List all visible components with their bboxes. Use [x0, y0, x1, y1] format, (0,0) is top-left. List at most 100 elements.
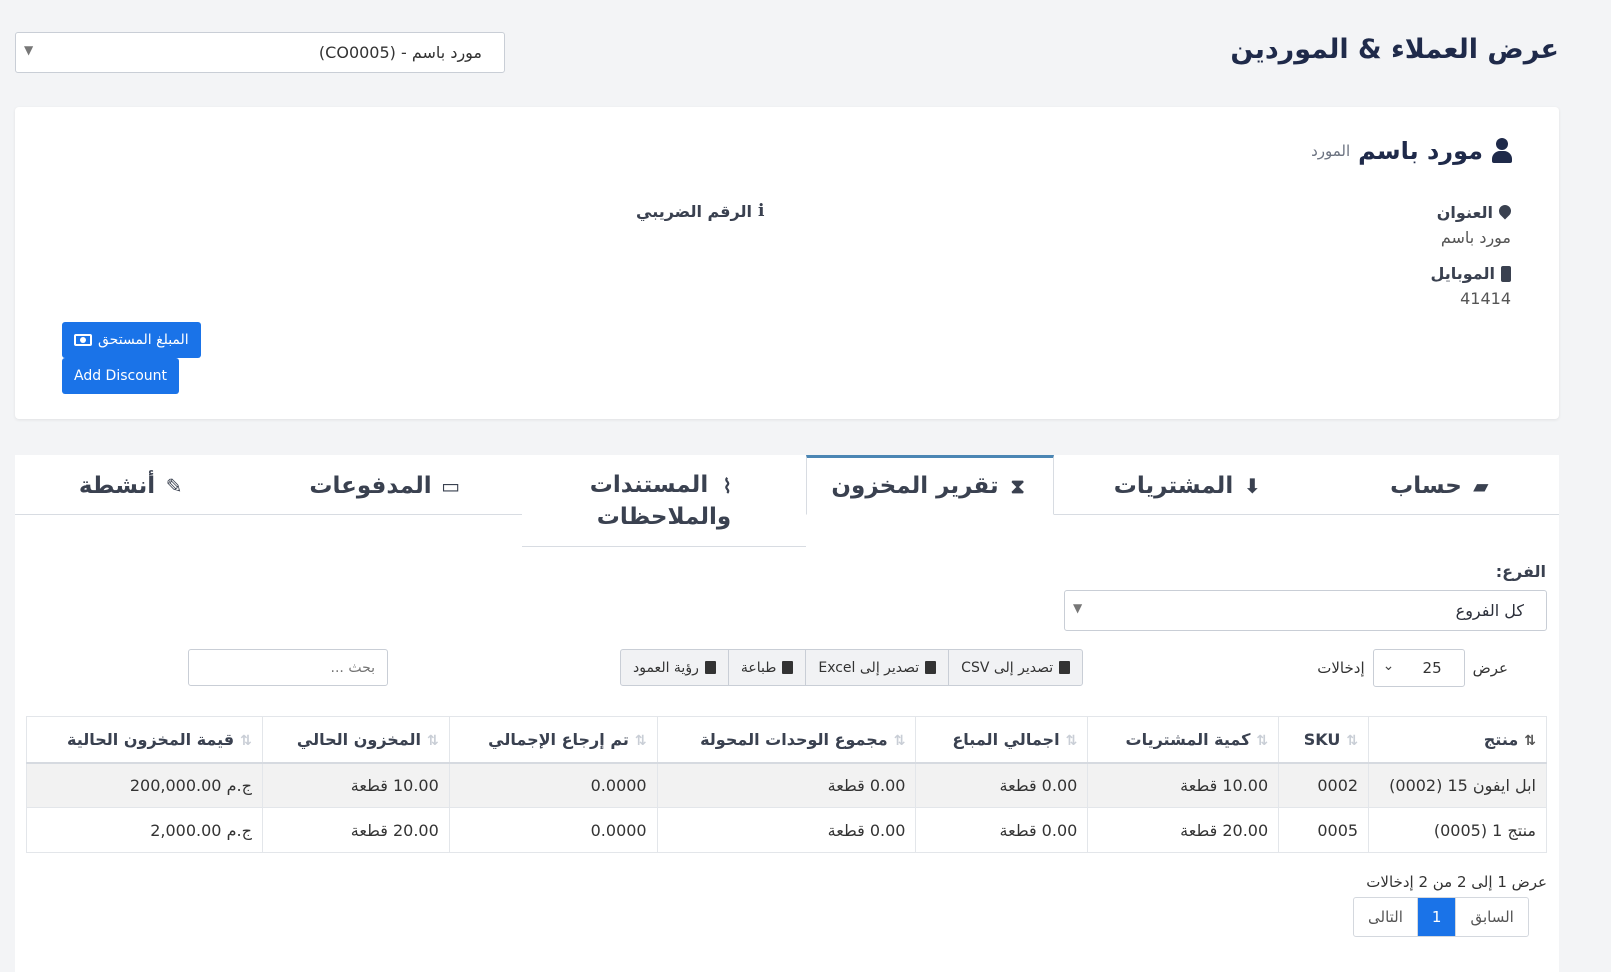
cell-total-returned: 0.0000 — [448, 807, 658, 853]
cell-sku: 0005 — [1278, 807, 1370, 853]
sort-icon: ⇅ — [1256, 732, 1269, 749]
cell-product: ابل ايفون 15 (0002) — [1368, 762, 1547, 808]
tab-ledger-label: حساب — [1390, 473, 1462, 499]
column-visibility-label: رؤية العمود — [633, 659, 699, 676]
length-suffix: إدخالات — [1317, 659, 1365, 677]
col-label: منتج — [1483, 729, 1519, 749]
cell-sku: 0002 — [1278, 762, 1370, 808]
tabs-bar: ▰ حساب ⬇ المشتريات ⧗ تقرير المخزون ⌇ الم… — [15, 455, 1559, 547]
sort-icon: ⇅ — [427, 732, 439, 749]
columns-icon — [704, 661, 716, 674]
pagination-prev[interactable]: السابق — [1455, 898, 1527, 936]
export-csv-label: تصدير إلى CSV — [961, 659, 1054, 676]
table-row: ابل ايفون 15 (0002) 0002 10.00 قطعة 0.00… — [26, 762, 1547, 808]
add-discount-label: Add Discount — [74, 368, 168, 384]
amount-due-button[interactable]: المبلغ المستحق — [62, 322, 201, 358]
col-total-returned[interactable]: ⇅ تم إرجاع الإجمالي — [448, 716, 658, 764]
hourglass-icon: ⧗ — [1010, 474, 1025, 498]
cell-current-stock: 20.00 قطعة — [261, 807, 450, 853]
tab-activities[interactable]: ✎ أنشطة — [15, 455, 249, 515]
print-label: طباعة — [740, 659, 777, 676]
cell-total-returned: 0.0000 — [448, 762, 658, 808]
file-csv-icon — [1059, 661, 1071, 674]
stock-report-table: ⇅ منتج ⇅ SKU ⇅ كمية المشتريات ⇅ اجمالي المبا… — [26, 716, 1547, 853]
tab-ledger[interactable]: ▰ حساب — [1323, 455, 1559, 515]
print-icon — [782, 661, 794, 674]
tab-documents-label-1: المستندات — [589, 472, 709, 499]
sort-icon: ⇅ — [634, 732, 647, 749]
contact-type: المورد — [1311, 142, 1351, 160]
sort-icon: ⇅ — [240, 732, 252, 749]
contact-name: مورد باسم — [1358, 137, 1483, 165]
file-excel-icon — [925, 661, 937, 674]
pagination-next[interactable]: التالى — [1354, 898, 1417, 936]
tab-stock-report[interactable]: ⧗ تقرير المخزون — [806, 455, 1054, 515]
ledger-icon: ▰ — [1473, 474, 1489, 498]
money-bill-icon: ▭ — [441, 474, 461, 498]
col-product[interactable]: ⇅ منتج — [1368, 716, 1547, 764]
branch-label: الفرع: — [1495, 562, 1546, 581]
tax-number-label: الرقم الضريبي — [636, 201, 752, 221]
export-csv-button[interactable]: تصدير إلى CSV — [948, 650, 1082, 685]
col-label: كمية المشتريات — [1125, 729, 1251, 749]
col-label: SKU — [1303, 729, 1341, 749]
pagination-page-1[interactable]: 1 — [1416, 898, 1456, 936]
arrow-circle-down-icon: ⬇ — [1243, 474, 1261, 498]
money-bill-icon — [74, 334, 92, 346]
add-discount-button[interactable]: Add Discount — [62, 358, 180, 394]
table-row: منتج 1 (0005) 0005 20.00 قطعة 0.00 قطعة … — [26, 807, 1547, 853]
mobile-label: الموبايل — [1430, 264, 1495, 283]
tab-documents-label-2: والملاحظات — [596, 504, 732, 530]
cell-current-stock: 10.00 قطعة — [261, 762, 450, 808]
contact-select[interactable]: مورد باسم - (CO0005) ▼ — [15, 32, 505, 73]
pagination: السابق 1 التالى — [1353, 897, 1529, 937]
tab-documents-line1: ⌇ المستندات — [590, 471, 738, 501]
address-value: مورد باسم — [1440, 228, 1511, 247]
cell-product: منتج 1 (0005) — [1368, 807, 1547, 853]
branch-select-value: كل الفروع — [1455, 601, 1524, 620]
cell-current-stock-value: ج.م 2,000.00 — [26, 807, 263, 853]
col-current-stock-value[interactable]: ⇅ قيمة المخزون الحالية — [26, 716, 263, 764]
cell-total-transferred: 0.00 قطعة — [656, 807, 917, 853]
col-total-transferred[interactable]: ⇅ مجموع الوحدات المحولة — [656, 716, 917, 764]
sort-icon: ⇅ — [893, 732, 906, 749]
tab-purchases[interactable]: ⬇ المشتريات — [1054, 455, 1323, 515]
tab-documents-notes[interactable]: ⌇ المستندات والملاحظات — [522, 455, 806, 547]
page-length-value: 25 — [1422, 659, 1442, 677]
col-purchase-qty[interactable]: ⇅ كمية المشتريات — [1087, 716, 1280, 764]
col-sku[interactable]: ⇅ SKU — [1278, 716, 1370, 764]
chevron-down-icon: ⌄ — [1382, 658, 1395, 674]
info-icon: i — [757, 201, 765, 221]
branch-select[interactable]: كل الفروع ▼ — [1064, 590, 1547, 631]
table-header-row: ⇅ منتج ⇅ SKU ⇅ كمية المشتريات ⇅ اجمالي المبا… — [26, 716, 1547, 764]
length-prefix: عرض — [1472, 659, 1508, 677]
print-button[interactable]: طباعة — [727, 650, 806, 685]
map-marker-icon — [1499, 205, 1511, 221]
col-label: اجمالي المباع — [952, 729, 1060, 749]
page-title: عرض العملاء & الموردين — [1230, 34, 1559, 65]
user-tie-icon — [1491, 138, 1513, 164]
page-length-select[interactable]: 25 ⌄ — [1372, 649, 1465, 687]
col-label: قيمة المخزون الحالية — [67, 729, 235, 749]
sort-icon: ⇅ — [1524, 732, 1536, 749]
export-button-group: تصدير إلى CSV تصدير إلى Excel طباعة رؤية… — [620, 649, 1084, 686]
tab-payments[interactable]: ▭ المدفوعات — [249, 455, 522, 515]
address-label-row: العنوان — [1437, 203, 1511, 222]
export-excel-button[interactable]: تصدير إلى Excel — [805, 650, 948, 685]
col-label: مجموع الوحدات المحولة — [700, 729, 888, 749]
col-current-stock[interactable]: ⇅ المخزون الحالي — [261, 716, 450, 764]
paperclip-icon: ⌇ — [722, 474, 733, 499]
sort-icon: ⇅ — [1065, 732, 1078, 749]
column-visibility-button[interactable]: رؤية العمود — [621, 650, 728, 685]
caret-down-icon: ▼ — [24, 43, 34, 57]
mobile-icon — [1501, 265, 1511, 282]
page-length-control: عرض 25 ⌄ إدخالات — [1317, 649, 1508, 687]
sort-icon: ⇅ — [1346, 732, 1359, 749]
tab-stock-report-label: تقرير المخزون — [831, 473, 999, 499]
col-total-sold[interactable]: ⇅ اجمالي المباع — [915, 716, 1089, 764]
cell-purchase-qty: 10.00 قطعة — [1087, 762, 1280, 808]
mobile-value: 41414 — [1460, 289, 1511, 308]
search-input[interactable] — [188, 649, 388, 686]
contact-heading: مورد باسم المورد — [1311, 137, 1513, 165]
cell-total-transferred: 0.00 قطعة — [656, 762, 917, 808]
